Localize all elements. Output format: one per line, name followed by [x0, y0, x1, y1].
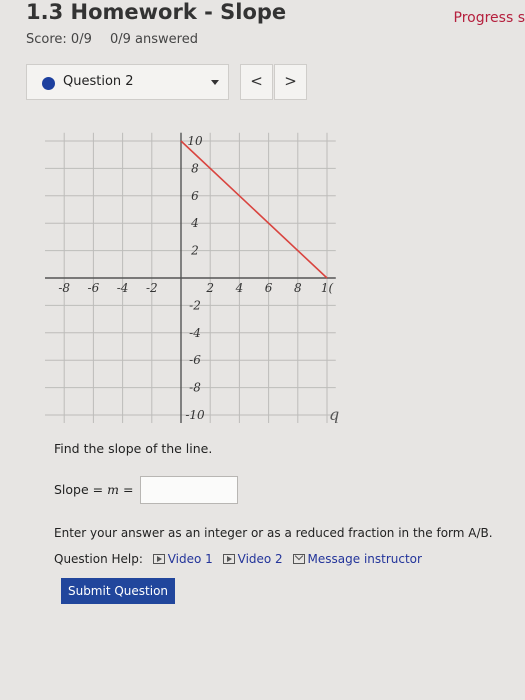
y-tick-label: 4: [190, 216, 199, 230]
question-prompt: Find the slope of the line.: [54, 441, 213, 456]
x-tick-label: 4: [235, 281, 244, 295]
y-tick-label: -10: [185, 408, 205, 422]
red-line: [180, 140, 328, 279]
y-tick-label: 8: [191, 161, 199, 175]
x-tick-label: -2: [146, 281, 158, 295]
slope-variable: m: [107, 482, 119, 497]
y-tick-label: -2: [189, 298, 201, 312]
axes: [45, 132, 336, 423]
slope-answer-input[interactable]: [140, 476, 238, 504]
score-row: Score: 0/9 0/9 answered: [26, 32, 212, 47]
question-select-label: Question 2: [63, 74, 134, 89]
coordinate-graph: 10-8-6-4-224681(108642-2-4-6-8-10 q: [45, 132, 339, 423]
video-1-link[interactable]: Video 1: [152, 552, 213, 566]
video-1-label: Video 1: [167, 552, 213, 566]
message-instructor-label: Message instructor: [307, 552, 422, 566]
y-tick-label: 10: [187, 134, 203, 148]
x-tick-label: 6: [265, 281, 273, 295]
assignment-title: 1.3 Homework - Slope: [26, 0, 287, 24]
x-tick-label: -8: [58, 281, 70, 295]
answer-instructions: Enter your answer as an integer or as a …: [54, 526, 493, 540]
previous-question-button[interactable]: <: [240, 64, 273, 100]
mail-icon: [292, 554, 305, 564]
x-tick-label: -4: [117, 281, 129, 295]
handwritten-mark: q: [329, 405, 339, 423]
question-select[interactable]: Question 2: [26, 64, 229, 100]
question-help-row: Question Help: Video 1 Video 2 Message i…: [54, 552, 422, 566]
video-icon: [152, 554, 165, 564]
slope-equals: =: [118, 482, 134, 497]
answered-text: 0/9 answered: [110, 32, 198, 47]
caret-down-icon: [211, 80, 219, 85]
progress-link[interactable]: Progress s: [454, 10, 525, 26]
slope-label: Slope = m =: [54, 482, 133, 497]
x-tick-label: 2: [205, 281, 214, 295]
submit-question-button[interactable]: Submit Question: [61, 578, 175, 604]
next-question-button[interactable]: >: [274, 64, 307, 100]
y-tick-label: -6: [189, 353, 201, 367]
y-tick-label: -8: [189, 381, 201, 395]
video-icon: [222, 554, 235, 564]
question-help-label: Question Help:: [54, 552, 143, 566]
y-tick-label: 2: [190, 244, 199, 258]
score-text: Score: 0/9: [26, 32, 92, 47]
video-2-label: Video 2: [237, 552, 283, 566]
message-instructor-link[interactable]: Message instructor: [292, 552, 422, 566]
plotted-line: [180, 140, 328, 279]
question-status-dot-icon: [42, 77, 55, 90]
x-tick-label: -6: [88, 281, 100, 295]
x-tick-label: 1(: [321, 281, 334, 295]
slope-label-text: Slope =: [54, 482, 108, 497]
y-tick-label: -4: [189, 326, 201, 340]
x-tick-label: 8: [294, 281, 302, 295]
y-tick-label: 6: [191, 189, 199, 203]
video-2-link[interactable]: Video 2: [222, 552, 283, 566]
